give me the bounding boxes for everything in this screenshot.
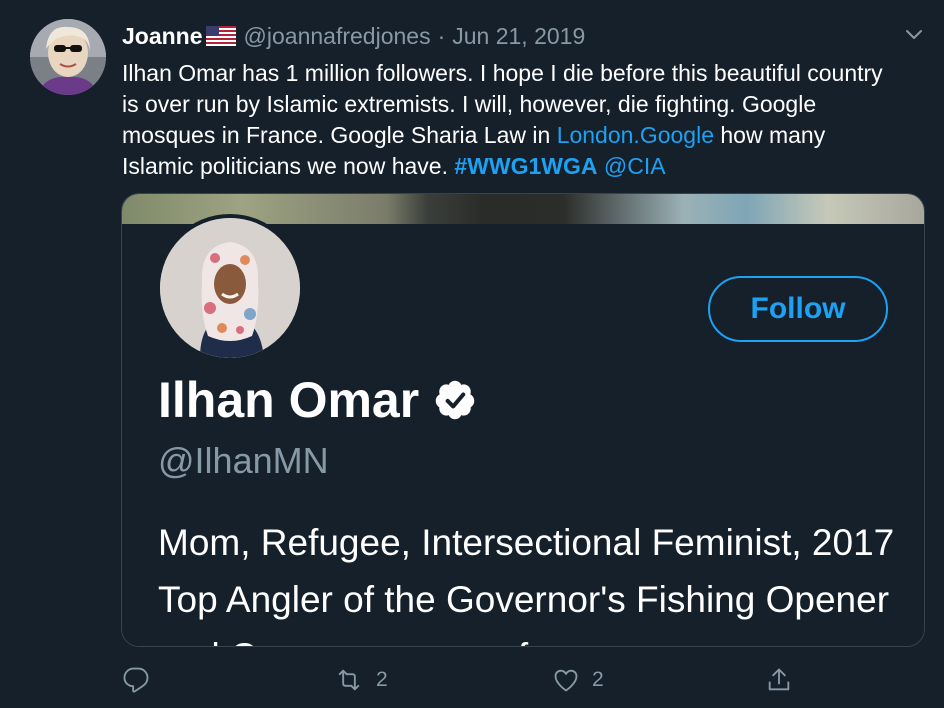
retweet-count: 2 <box>376 668 388 691</box>
display-name[interactable]: Joanne <box>122 23 203 50</box>
retweet-icon <box>334 666 364 694</box>
hashtag-link[interactable]: #WWG1WGA <box>454 153 597 179</box>
heart-icon <box>552 666 580 694</box>
profile-handle: @IlhanMN <box>158 440 329 481</box>
share-icon <box>765 666 793 694</box>
share-button[interactable] <box>765 662 793 698</box>
follow-button[interactable]: Follow <box>708 276 888 342</box>
tweet-date[interactable]: Jun 21, 2019 <box>452 23 585 50</box>
profile-bio: Mom, Refugee, Intersectional Feminist, 2… <box>158 522 895 646</box>
tweet[interactable]: Joanne @joannafredjones · Jun 21, 2019 I… <box>0 0 944 708</box>
embedded-image-card[interactable]: Follow Ilhan Omar @IlhanMN Mom, Refugee,… <box>121 193 925 647</box>
avatar[interactable] <box>30 19 106 95</box>
card-body: Follow Ilhan Omar @IlhanMN Mom, Refugee,… <box>122 214 924 646</box>
like-count: 2 <box>592 668 604 691</box>
verified-badge-icon <box>433 378 477 422</box>
user-handle[interactable]: @joannafredjones <box>244 23 431 50</box>
profile-name: Ilhan Omar <box>158 372 477 428</box>
tweet-text: Ilhan Omar has 1 million followers. I ho… <box>122 58 892 182</box>
profile-name-text: Ilhan Omar <box>158 372 420 428</box>
profile-picture <box>156 214 304 362</box>
reply-button[interactable] <box>122 662 162 698</box>
mention-link[interactable]: @CIA <box>604 153 666 179</box>
reply-icon <box>122 666 150 694</box>
like-button[interactable]: 2 <box>552 662 604 698</box>
tweet-header: Joanne @joannafredjones · Jun 21, 2019 <box>122 21 585 51</box>
us-flag-icon <box>205 26 236 46</box>
separator-dot: · <box>437 22 446 49</box>
chevron-down-icon[interactable] <box>902 22 926 46</box>
retweet-button[interactable]: 2 <box>334 662 388 698</box>
tweet-link[interactable]: London.Google <box>557 122 714 148</box>
tweet-actions: 2 2 <box>0 662 944 698</box>
